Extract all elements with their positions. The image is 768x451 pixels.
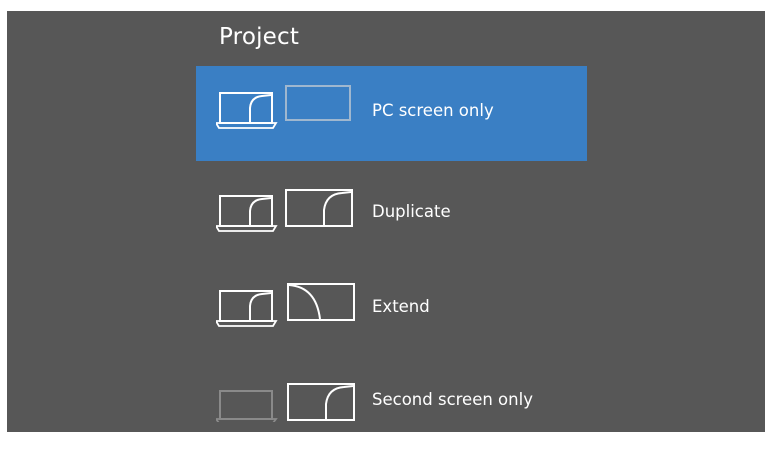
option-label: Extend xyxy=(372,297,430,316)
option-label: PC screen only xyxy=(372,101,494,120)
option-label: Second screen only xyxy=(372,390,533,409)
pc-screen-only-icon xyxy=(216,84,356,132)
option-second-screen-only[interactable]: Second screen only xyxy=(196,356,587,451)
panel-title: Project xyxy=(219,24,300,50)
second-screen-only-icon xyxy=(216,374,356,422)
extend-icon xyxy=(216,282,356,330)
project-panel: Project PC screen only Duplicate Extend … xyxy=(7,11,765,432)
option-label: Duplicate xyxy=(372,202,451,221)
duplicate-icon xyxy=(216,187,356,235)
option-pc-screen-only[interactable]: PC screen only xyxy=(196,66,587,161)
option-duplicate[interactable]: Duplicate xyxy=(196,169,587,264)
option-extend[interactable]: Extend xyxy=(196,264,587,359)
